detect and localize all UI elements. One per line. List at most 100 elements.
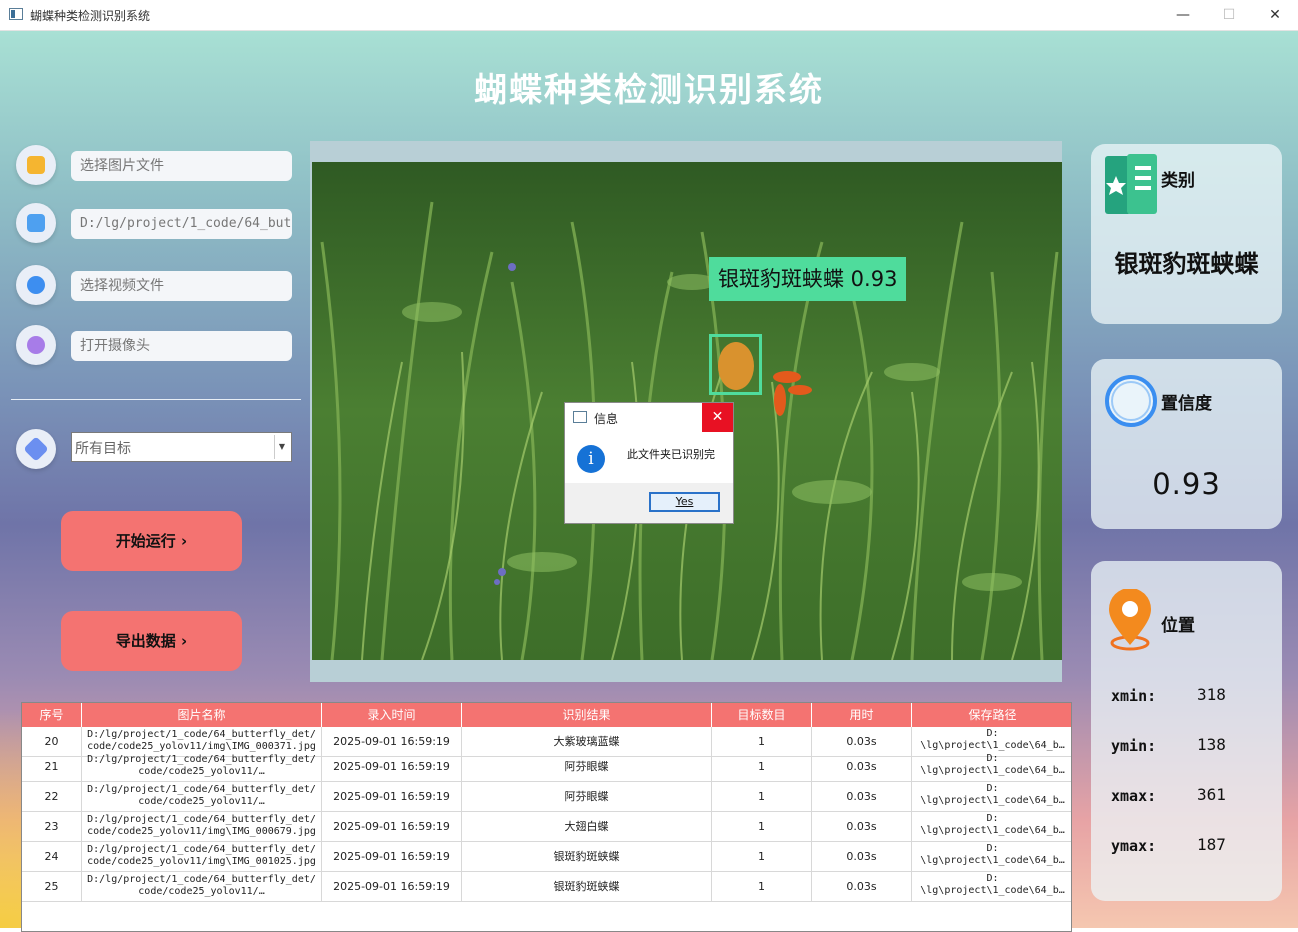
cell-save-path-line: D: (986, 843, 999, 854)
ymax-row: ymax: 187 (1111, 835, 1226, 855)
info-dialog: 信息 ✕ i 此文件夹已识别完 Yes (564, 402, 734, 524)
cell-image-name: D:/lg/project/1_code/64_butterfly_det/co… (82, 782, 322, 812)
xmin-label: xmin: (1111, 687, 1157, 705)
cell-id-line: 24 (44, 850, 59, 863)
cell-elapsed-line: 0.03s (846, 790, 877, 803)
cell-save-path-line: D: (986, 873, 999, 884)
position-card: 位置 xmin: 318 ymin: 138 xmax: 361 ymax: 187 (1091, 561, 1282, 901)
image-file-field[interactable]: 选择图片文件 (71, 151, 292, 181)
cell-elapsed-line: 0.03s (846, 850, 877, 863)
camera-icon[interactable] (16, 325, 56, 365)
col-header-id[interactable]: 序号 (22, 703, 82, 727)
col-header-count[interactable]: 目标数目 (712, 703, 812, 727)
cell-id: 23 (22, 812, 82, 842)
export-button[interactable]: 导出数据 › (61, 611, 242, 671)
col-header-time[interactable]: 录入时间 (322, 703, 462, 727)
cell-save-path: D: \lg\project\1_code\64_b… (912, 752, 1071, 782)
confidence-heading: 置信度 (1161, 394, 1212, 414)
cell-save-path-line: \lg\project\1_code\64_b… (920, 795, 1065, 806)
table-row[interactable]: 21 D:/lg/project/1_code/64_butterfly_det/… (22, 752, 1071, 782)
xmax-label: xmax: (1111, 787, 1157, 805)
cell-time: 2025-09-01 16:59:19 (322, 812, 462, 842)
info-icon: i (577, 445, 605, 473)
table-row[interactable]: 24 D:/lg/project/1_code/64_butterfly_det/… (22, 842, 1071, 872)
cell-time-line: 2025-09-01 16:59:19 (333, 880, 450, 893)
cell-result-line: 大翅白蝶 (564, 820, 609, 833)
cell-image-name-line: code/code25_yolov11/… (138, 766, 265, 777)
cell-save-path: D: \lg\project\1_code\64_b… (912, 842, 1071, 872)
chevron-down-icon[interactable]: ▼ (274, 435, 289, 459)
cell-image-name-line: code/code25_yolov11/img\IMG_001025.jpg (87, 856, 316, 867)
cell-result: 银斑豹斑蛱蝶 (462, 842, 712, 872)
class-card: 类别 银斑豹斑蛱蝶 (1091, 144, 1282, 324)
cell-image-name: D:/lg/project/1_code/64_butterfly_det/co… (82, 842, 322, 872)
minimize-button[interactable]: — (1160, 0, 1206, 30)
table-row[interactable]: 25 D:/lg/project/1_code/64_butterfly_det/… (22, 872, 1071, 902)
col-header-path[interactable]: 保存路径 (912, 703, 1071, 727)
cell-result-line: 银斑豹斑蛱蝶 (553, 850, 620, 863)
folder-path-field[interactable]: D:/lg/project/1_code/64_butterfly_det/co… (71, 209, 292, 239)
col-header-elapsed[interactable]: 用时 (812, 703, 912, 727)
cell-result: 大翅白蝶 (462, 812, 712, 842)
col-header-name[interactable]: 图片名称 (82, 703, 322, 727)
cell-save-path-line: D: (986, 728, 999, 739)
results-table[interactable]: 序号 图片名称 录入时间 识别结果 目标数目 用时 保存路径 20 D:/lg/p… (21, 702, 1072, 932)
cell-time-line: 2025-09-01 16:59:19 (333, 790, 450, 803)
cell-time-line: 2025-09-01 16:59:19 (333, 760, 450, 773)
class-heading: 类别 (1161, 171, 1195, 191)
cell-time: 2025-09-01 16:59:19 (322, 782, 462, 812)
cell-elapsed-line: 0.03s (846, 820, 877, 833)
cell-save-path-line: \lg\project\1_code\64_b… (920, 825, 1065, 836)
run-button[interactable]: 开始运行 › (61, 511, 242, 571)
folder-icon[interactable] (16, 203, 56, 243)
cell-id-line: 21 (44, 760, 59, 773)
video-file-field[interactable]: 选择视频文件 (71, 271, 292, 301)
image-file-icon[interactable] (16, 145, 56, 185)
ymin-row: ymin: 138 (1111, 735, 1226, 755)
ymax-label: ymax: (1111, 837, 1157, 855)
window-title: 蝴蝶种类检测识别系统 (30, 9, 151, 23)
cell-time-line: 2025-09-01 16:59:19 (333, 850, 450, 863)
cell-id: 22 (22, 782, 82, 812)
book-icon (1105, 154, 1157, 214)
cell-elapsed-line: 0.03s (846, 760, 877, 773)
cell-save-path-line: \lg\project\1_code\64_b… (920, 855, 1065, 866)
cell-elapsed: 0.03s (812, 782, 912, 812)
table-row[interactable]: 22 D:/lg/project/1_code/64_butterfly_det/… (22, 782, 1071, 812)
camera-field[interactable]: 打开摄像头 (71, 331, 292, 361)
table-row[interactable]: 23 D:/lg/project/1_code/64_butterfly_det/… (22, 812, 1071, 842)
cell-image-name-line: code/code25_yolov11/… (138, 796, 265, 807)
target-select[interactable]: 所有目标 ▼ (71, 432, 292, 462)
col-header-result[interactable]: 识别结果 (462, 703, 712, 727)
cell-count-line: 1 (758, 760, 765, 773)
cell-result-line: 银斑豹斑蛱蝶 (553, 880, 620, 893)
location-pin-icon (1109, 589, 1151, 651)
cell-result: 银斑豹斑蛱蝶 (462, 872, 712, 902)
table-header: 序号 图片名称 录入时间 识别结果 目标数目 用时 保存路径 (22, 703, 1071, 727)
close-window-button[interactable]: ✕ (1252, 0, 1298, 30)
cell-save-path: D: \lg\project\1_code\64_b… (912, 782, 1071, 812)
cell-time-line: 2025-09-01 16:59:19 (333, 820, 450, 833)
ymax-value: 187 (1197, 835, 1226, 854)
app-window-icon (9, 8, 23, 20)
cell-id-line: 23 (44, 820, 59, 833)
cell-save-path: D: \lg\project\1_code\64_b… (912, 812, 1071, 842)
dialog-close-button[interactable]: ✕ (702, 403, 733, 432)
xmax-value: 361 (1197, 785, 1226, 804)
cell-save-path-line: \lg\project\1_code\64_b… (920, 885, 1065, 896)
position-heading: 位置 (1161, 616, 1195, 636)
cell-result-line: 阿芬眼蝶 (564, 790, 609, 803)
dialog-titlebar: 信息 ✕ (565, 403, 733, 432)
dialog-yes-button[interactable]: Yes (649, 492, 720, 512)
cell-result: 阿芬眼蝶 (462, 752, 712, 782)
cell-image-name-line: code/code25_yolov11/… (138, 886, 265, 897)
xmin-value: 318 (1197, 685, 1226, 704)
maximize-button[interactable]: ☐ (1206, 0, 1252, 30)
cell-save-path-line: D: (986, 753, 999, 764)
cell-image-name-line: D:/lg/project/1_code/64_butterfly_det/ (87, 814, 316, 825)
video-file-icon[interactable] (16, 265, 56, 305)
confidence-value: 0.93 (1152, 467, 1221, 501)
dialog-body: i 此文件夹已识别完 (565, 432, 733, 483)
cell-count: 1 (712, 752, 812, 782)
ymin-value: 138 (1197, 735, 1226, 754)
